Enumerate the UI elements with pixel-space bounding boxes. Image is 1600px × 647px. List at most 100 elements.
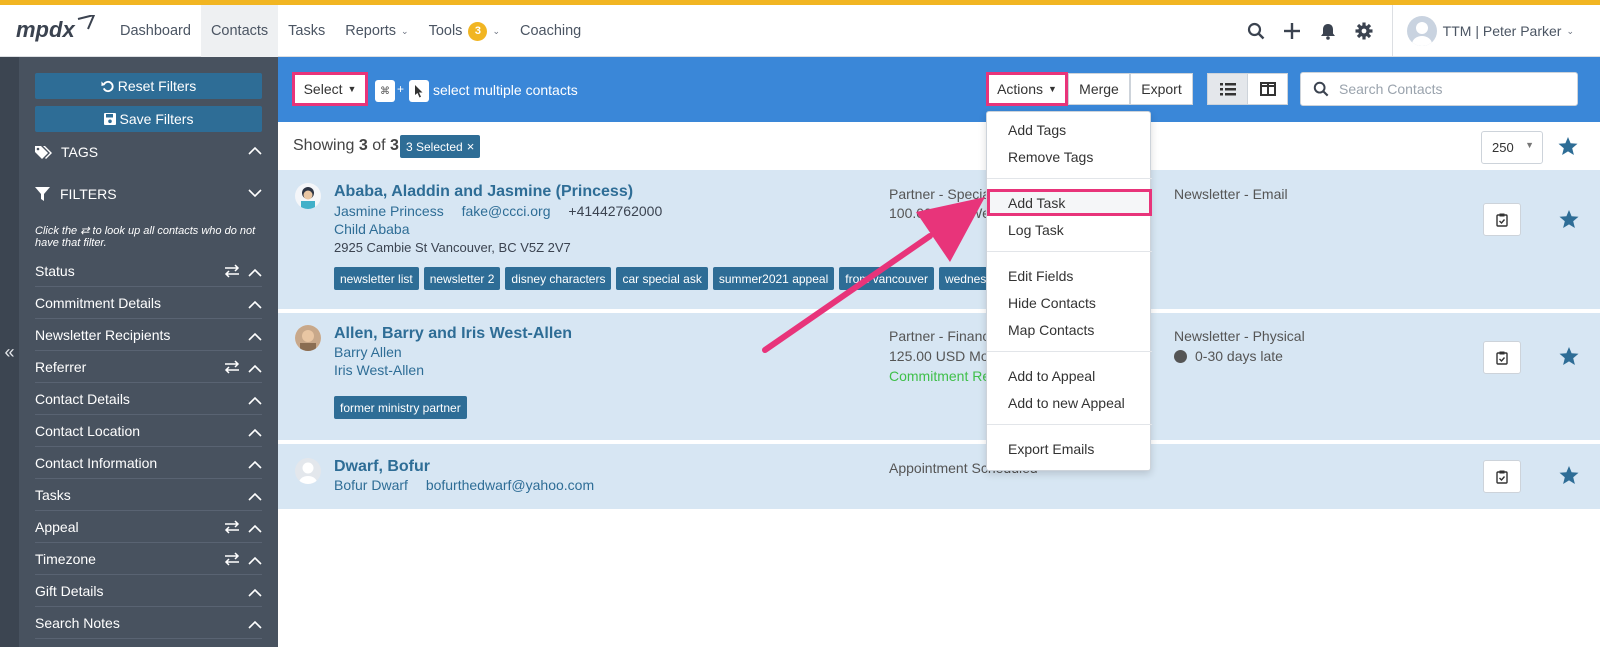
filter-label: Search Notes bbox=[35, 615, 120, 631]
filter-contact-location[interactable]: Contact Location bbox=[35, 416, 262, 447]
star-icon[interactable] bbox=[1559, 347, 1579, 366]
contact-name[interactable]: Allen, Barry and Iris West-Allen bbox=[334, 325, 572, 343]
chevron-up-icon bbox=[248, 362, 262, 379]
columns-view-toggle[interactable] bbox=[1247, 73, 1288, 105]
add-task-button[interactable] bbox=[1483, 341, 1521, 374]
nav-reports[interactable]: Reports ⌄ bbox=[335, 5, 418, 57]
sidebar-collapse-toggle[interactable]: « bbox=[0, 57, 19, 647]
contact-tag[interactable]: car special ask bbox=[616, 267, 708, 290]
filter-commitment-details[interactable]: Commitment Details bbox=[35, 288, 262, 319]
user-menu[interactable]: TTM | Peter Parker ⌄ bbox=[1393, 5, 1600, 57]
nav-coaching[interactable]: Coaching bbox=[510, 5, 591, 57]
nav-contacts[interactable]: Contacts bbox=[200, 5, 279, 57]
chevron-up-icon bbox=[248, 522, 262, 539]
clipboard-icon bbox=[1496, 351, 1508, 365]
filter-search-notes[interactable]: Search Notes bbox=[35, 608, 262, 639]
save-filters-button[interactable]: Save Filters bbox=[35, 106, 262, 132]
star-icon[interactable] bbox=[1559, 466, 1579, 485]
chevron-up-icon bbox=[248, 394, 262, 411]
filter-tasks[interactable]: Tasks bbox=[35, 480, 262, 511]
reverse-filter-icon[interactable] bbox=[224, 552, 240, 569]
per-page-select[interactable]: 250 ▼ bbox=[1481, 131, 1543, 164]
late-dot-icon bbox=[1174, 350, 1187, 363]
menu-item-edit-fields[interactable]: Edit Fields bbox=[987, 262, 1152, 289]
menu-item-add-to-appeal[interactable]: Add to Appeal bbox=[987, 362, 1152, 389]
filter-status[interactable]: Status bbox=[35, 256, 262, 287]
contact-row[interactable]: Dwarf, Bofur Bofur Dwarf bofurthedwarf@y… bbox=[278, 444, 1600, 511]
contact-row[interactable]: Allen, Barry and Iris West-Allen Barry A… bbox=[278, 313, 1600, 442]
filter-label: Status bbox=[35, 263, 75, 279]
menu-item-add-to-new-appeal[interactable]: Add to new Appeal bbox=[987, 389, 1152, 416]
tags-heading: TAGS bbox=[61, 144, 99, 160]
search-icon[interactable] bbox=[1238, 5, 1274, 57]
person-name[interactable]: Barry Allen bbox=[334, 344, 402, 360]
contact-person-line: Bofur Dwarf bofurthedwarf@yahoo.com bbox=[334, 477, 608, 493]
actions-dropdown-button[interactable]: Actions ▼ bbox=[986, 72, 1068, 106]
menu-item-add-tags[interactable]: Add Tags bbox=[987, 116, 1152, 143]
filter-gift-details[interactable]: Gift Details bbox=[35, 576, 262, 607]
person-email[interactable]: bofurthedwarf@yahoo.com bbox=[426, 477, 594, 493]
filter-referrer[interactable]: Referrer bbox=[35, 352, 262, 383]
person-name[interactable]: Bofur Dwarf bbox=[334, 477, 408, 493]
filter-label: Referrer bbox=[35, 359, 87, 375]
plus-icon[interactable] bbox=[1274, 5, 1310, 57]
nav-tasks[interactable]: Tasks bbox=[278, 5, 335, 57]
contact-tag[interactable]: former ministry partner bbox=[334, 396, 467, 419]
menu-item-map-contacts[interactable]: Map Contacts bbox=[987, 316, 1152, 343]
contact-tag[interactable]: newsletter 2 bbox=[423, 267, 501, 290]
menu-item-log-task[interactable]: Log Task bbox=[987, 216, 1152, 243]
contact-address: 2925 Cambie St Vancouver, BC V5Z 2V7 bbox=[334, 240, 571, 255]
actions-menu: Add Tags Remove Tags Add Task Log Task Edit … bbox=[986, 111, 1152, 471]
merge-button[interactable]: Merge bbox=[1068, 73, 1130, 105]
command-key-icon: ⌘ bbox=[375, 80, 395, 102]
close-icon[interactable]: × bbox=[467, 139, 475, 154]
bell-icon[interactable] bbox=[1310, 5, 1346, 57]
columns-icon bbox=[1259, 82, 1276, 96]
list-view-toggle[interactable] bbox=[1207, 73, 1248, 105]
person-name[interactable]: Jasmine Princess bbox=[334, 203, 444, 219]
contact-row[interactable]: Ababa, Aladdin and Jasmine (Princess) Ja… bbox=[278, 170, 1600, 311]
select-dropdown-button[interactable]: Select ▼ bbox=[292, 72, 368, 106]
filter-contact-information[interactable]: Contact Information bbox=[35, 448, 262, 479]
filter-appeal[interactable]: Appeal bbox=[35, 512, 262, 543]
contact-tag[interactable]: disney characters bbox=[505, 267, 612, 290]
nav-tools[interactable]: Tools 3 ⌄ bbox=[419, 5, 510, 57]
gear-icon[interactable] bbox=[1346, 5, 1382, 57]
star-icon[interactable] bbox=[1559, 210, 1579, 229]
filter-timezone[interactable]: Timezone bbox=[35, 544, 262, 575]
contact-name[interactable]: Ababa, Aladdin and Jasmine (Princess) bbox=[334, 183, 633, 201]
tags-icon bbox=[35, 145, 52, 159]
filters-section-toggle[interactable]: FILTERS bbox=[35, 181, 262, 207]
person-name[interactable]: Iris West-Allen bbox=[334, 362, 424, 378]
person-email[interactable]: fake@ccci.org bbox=[462, 203, 551, 219]
menu-item-add-task[interactable]: Add Task bbox=[987, 189, 1152, 216]
filter-contact-details[interactable]: Contact Details bbox=[35, 384, 262, 415]
nav-dashboard[interactable]: Dashboard bbox=[110, 5, 201, 57]
reverse-filter-icon[interactable] bbox=[224, 360, 240, 377]
contact-tag[interactable]: newsletter list bbox=[334, 267, 419, 290]
reverse-filter-icon[interactable] bbox=[224, 264, 240, 281]
search-icon bbox=[1313, 81, 1329, 97]
menu-item-export-emails[interactable]: Export Emails bbox=[987, 435, 1152, 462]
add-task-button[interactable] bbox=[1483, 203, 1521, 236]
contact-name[interactable]: Dwarf, Bofur bbox=[334, 458, 430, 476]
menu-item-hide-contacts[interactable]: Hide Contacts bbox=[987, 289, 1152, 316]
reverse-filter-icon[interactable] bbox=[224, 520, 240, 537]
contact-tag[interactable]: summer2021 appeal bbox=[712, 267, 835, 290]
mpdx-logo[interactable]: mpdx bbox=[16, 15, 96, 45]
menu-item-remove-tags[interactable]: Remove Tags bbox=[987, 143, 1152, 170]
export-button[interactable]: Export bbox=[1130, 73, 1193, 105]
contact-tag[interactable]: from vancouver bbox=[839, 267, 934, 290]
filter-newsletter-recipients[interactable]: Newsletter Recipients bbox=[35, 320, 262, 351]
tags-section-toggle[interactable]: TAGS bbox=[35, 139, 262, 165]
filter-label: Contact Details bbox=[35, 391, 130, 407]
late-status: 0-30 days late bbox=[1174, 348, 1283, 364]
star-filter-icon[interactable] bbox=[1558, 137, 1578, 156]
reset-filters-button[interactable]: Reset Filters bbox=[35, 73, 262, 99]
contacts-toolbar: Select ▼ ⌘ + select multiple contacts Act… bbox=[278, 57, 1600, 122]
child-name[interactable]: Child Ababa bbox=[334, 221, 410, 237]
add-task-button[interactable] bbox=[1483, 460, 1521, 493]
selected-count-badge[interactable]: 3 Selected × bbox=[400, 135, 481, 158]
save-icon bbox=[103, 113, 116, 125]
search-contacts-input[interactable] bbox=[1339, 81, 1559, 97]
